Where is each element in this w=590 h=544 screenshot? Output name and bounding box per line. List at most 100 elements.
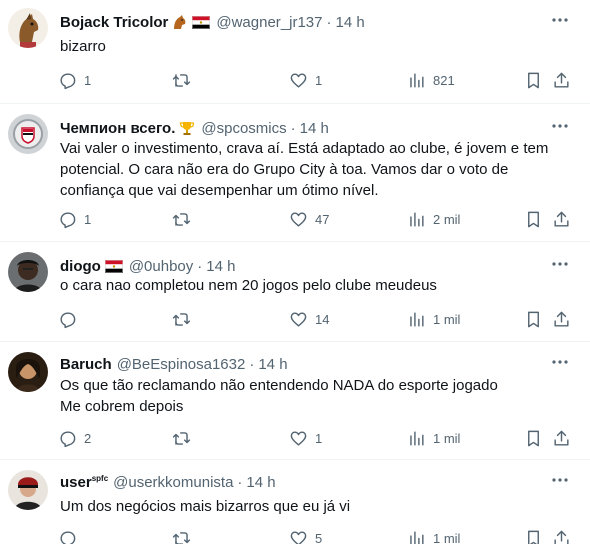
user-handle[interactable]: @wagner_jr137 [216, 14, 322, 31]
horse-emoji-icon [172, 14, 188, 30]
tweet[interactable]: Baruch @BeEspinosa1632 · 14 h Os que tão… [0, 342, 590, 460]
tweet[interactable]: diogo @0uhboy · 14 h o cara nao completo… [0, 242, 590, 342]
more-icon[interactable] [550, 470, 570, 490]
like-button[interactable]: 5 [289, 526, 322, 544]
bookmark-icon [528, 311, 539, 327]
display-name[interactable]: userspfc [60, 474, 108, 491]
display-name[interactable]: Baruch [60, 356, 112, 373]
tweet[interactable]: Чемпион всего. @spcosmics · 14 h Vai val… [0, 104, 590, 242]
user-handle[interactable]: @0uhboy [129, 258, 193, 275]
display-name[interactable]: Bojack Tricolor [60, 14, 168, 31]
tweet[interactable]: Bojack Tricolor @wagner_jr137 · 14 h biz… [0, 0, 590, 104]
retweet-icon [172, 431, 191, 445]
tweet-text-line: Os que tão reclamando não entendendo NAD… [60, 377, 498, 394]
tweet-text-line: potencial. O cara não era do Grupo City … [60, 161, 509, 178]
like-count: 47 [315, 211, 330, 227]
timestamp[interactable]: 14 h [336, 14, 365, 31]
views-button[interactable]: 1 mil [407, 307, 460, 331]
display-name[interactable]: diogo [60, 258, 101, 275]
user-handle[interactable]: @userkkomunista [113, 474, 233, 491]
like-button[interactable]: 47 [289, 207, 329, 231]
tweet-text: o cara nao completou nem 20 jogos pelo c… [60, 275, 570, 296]
display-name[interactable]: Чемпион всего. [60, 120, 175, 137]
avatar[interactable] [8, 352, 48, 392]
tweet-actions: 2 1 1 mil [52, 426, 582, 450]
heart-icon [290, 72, 307, 88]
avatar[interactable] [8, 252, 48, 292]
tweet-text-line: Vai valer o investimento, crava aí. Está… [60, 140, 549, 157]
avatar[interactable] [8, 8, 48, 48]
more-icon[interactable] [550, 116, 570, 136]
bookmark-button[interactable] [524, 426, 543, 450]
views-button[interactable]: 1 mil [407, 526, 460, 544]
bookmark-button[interactable] [524, 68, 543, 92]
separator-dot: · [249, 355, 255, 373]
retweet-icon [172, 212, 191, 226]
avatar[interactable] [8, 470, 48, 510]
like-count: 1 [315, 72, 323, 88]
like-count: 1 [315, 430, 323, 446]
retweet-button[interactable] [172, 307, 198, 331]
avatar[interactable] [8, 114, 48, 154]
heart-icon [290, 430, 307, 446]
retweet-button[interactable] [172, 526, 198, 544]
retweet-button[interactable] [172, 68, 198, 92]
tweet-text-line: confiança que vai desempenhar um ótimo n… [60, 182, 379, 199]
tweet-text-line: Um dos negócios mais bizarros que eu já … [60, 498, 351, 515]
bookmark-button[interactable] [524, 526, 543, 544]
tweet[interactable]: userspfc @userkkomunista · 14 h Um dos n… [0, 460, 590, 544]
heart-icon [290, 530, 307, 544]
heart-icon [290, 211, 307, 227]
retweet-button[interactable] [172, 426, 198, 450]
share-button[interactable] [552, 68, 571, 92]
reply-icon [60, 430, 76, 447]
bookmark-button[interactable] [524, 207, 543, 231]
like-count: 5 [315, 530, 323, 544]
retweet-icon [172, 312, 191, 326]
share-icon [554, 430, 569, 446]
display-name-superscript: spfc [91, 473, 109, 483]
bookmark-button[interactable] [524, 307, 543, 331]
views-count: 1 mil [433, 530, 461, 544]
user-handle[interactable]: @spcosmics [201, 120, 286, 137]
like-button[interactable]: 1 [289, 68, 322, 92]
separator-dot: · [290, 119, 296, 137]
share-icon [554, 72, 569, 88]
more-icon[interactable] [550, 254, 570, 274]
more-icon[interactable] [550, 352, 570, 372]
views-icon [410, 311, 424, 327]
share-button[interactable] [552, 307, 571, 331]
timestamp[interactable]: 14 h [258, 356, 287, 373]
views-button[interactable]: 1 mil [407, 426, 460, 450]
views-button[interactable]: 821 [407, 68, 455, 92]
share-button[interactable] [552, 207, 571, 231]
separator-dot: · [237, 473, 243, 491]
views-count: 2 mil [433, 211, 461, 227]
reply-button[interactable] [58, 307, 84, 331]
timestamp[interactable]: 14 h [206, 258, 235, 275]
share-button[interactable] [552, 426, 571, 450]
like-button[interactable]: 1 [289, 426, 322, 450]
share-button[interactable] [552, 526, 571, 544]
reply-button[interactable]: 1 [58, 68, 91, 92]
reply-icon [60, 72, 76, 89]
reply-button[interactable]: 1 [58, 207, 91, 231]
tweet-header: userspfc @userkkomunista · 14 h [60, 472, 276, 492]
reply-button[interactable]: 2 [58, 426, 91, 450]
more-icon[interactable] [550, 10, 570, 30]
reply-count: 2 [84, 430, 92, 446]
tweet-header: Bojack Tricolor @wagner_jr137 · 14 h [60, 12, 365, 32]
reply-icon [60, 211, 76, 228]
like-count: 14 [315, 311, 330, 327]
user-handle[interactable]: @BeEspinosa1632 [117, 356, 246, 373]
retweet-button[interactable] [172, 207, 198, 231]
tweet-actions: 1 47 2 mil [52, 207, 582, 231]
like-button[interactable]: 14 [289, 307, 329, 331]
views-button[interactable]: 2 mil [407, 207, 460, 231]
timestamp[interactable]: 14 h [300, 120, 329, 137]
reply-button[interactable] [58, 526, 84, 544]
tweet-header: Baruch @BeEspinosa1632 · 14 h [60, 354, 288, 374]
trophy-emoji-icon [179, 120, 195, 136]
reply-count: 1 [84, 72, 92, 88]
timestamp[interactable]: 14 h [246, 474, 275, 491]
